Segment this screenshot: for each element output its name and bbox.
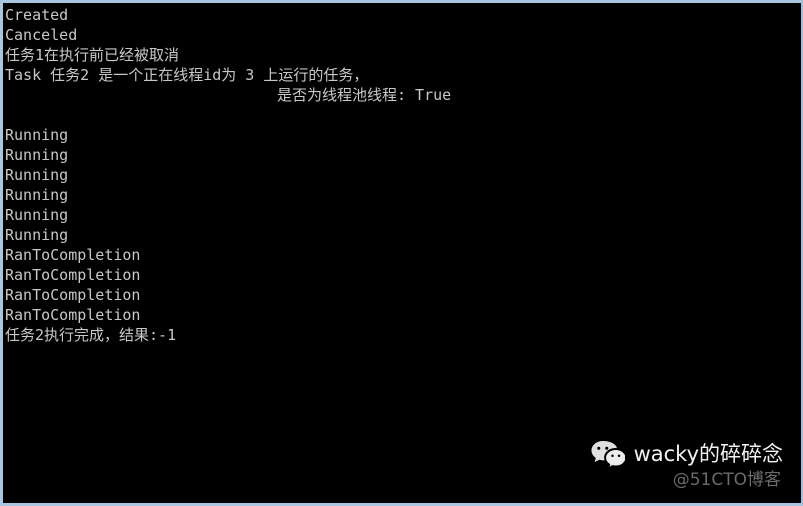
console-screen[interactable]: Created Canceled 任务1在执行前已经被取消 Task 任务2 是一个正… xyxy=(3,3,801,503)
console-line: Running xyxy=(5,126,69,144)
console-output-text: Created Canceled 任务1在执行前已经被取消 Task 任务2 是一个正… xyxy=(5,5,801,345)
console-line: Running xyxy=(5,206,69,224)
console-line: 任务2执行完成，结果:-1 xyxy=(5,326,177,344)
console-line: 是否为线程池线程: True xyxy=(277,86,452,104)
console-line: RanToCompletion xyxy=(5,246,141,264)
console-window[interactable]: Created Canceled 任务1在执行前已经被取消 Task 任务2 是一个正… xyxy=(0,0,803,506)
console-line: Task 任务2 是一个正在线程id为 3 上运行的任务， xyxy=(5,66,369,84)
console-line: Running xyxy=(5,226,69,244)
console-line: Canceled xyxy=(5,26,78,44)
console-line: Running xyxy=(5,146,69,164)
console-line: Running xyxy=(5,166,69,184)
console-line: RanToCompletion xyxy=(5,286,141,304)
console-line: RanToCompletion xyxy=(5,306,141,324)
watermark-source-label: @51CTO博客 xyxy=(672,470,781,490)
console-line: 任务1在执行前已经被取消 xyxy=(5,46,180,64)
watermark: wacky的碎碎念 @51CTO博客 xyxy=(591,440,783,489)
console-line: Running xyxy=(5,186,69,204)
watermark-account-name: wacky的碎碎念 xyxy=(633,441,783,466)
wechat-icon xyxy=(591,440,625,468)
console-line: Created xyxy=(5,6,69,24)
watermark-row: wacky的碎碎念 xyxy=(591,440,783,468)
console-line: RanToCompletion xyxy=(5,266,141,284)
